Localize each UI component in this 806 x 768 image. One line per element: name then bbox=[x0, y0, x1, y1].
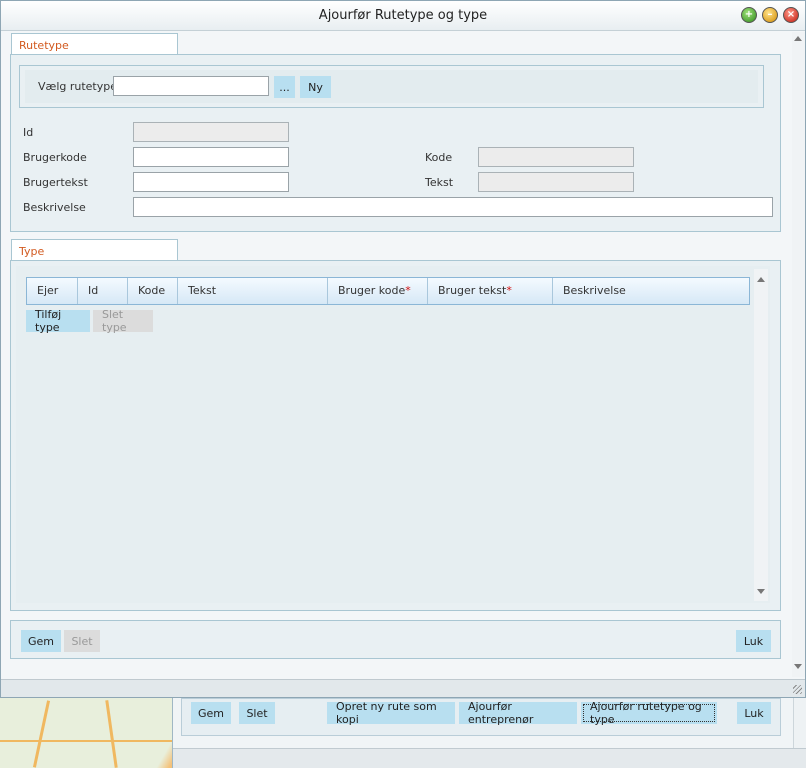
tab-divider bbox=[178, 54, 781, 55]
dialog-statusbar bbox=[1, 679, 805, 697]
add-type-button[interactable]: Tilføj type bbox=[26, 308, 90, 334]
select-rutetype-label: Vælg rutetype: bbox=[38, 80, 121, 93]
column-header-beskrivelse[interactable]: Beskrivelse bbox=[553, 278, 749, 304]
tekst-field bbox=[478, 172, 634, 192]
required-marker: * bbox=[506, 284, 512, 297]
column-header-bruger-tekst[interactable]: Bruger tekst* bbox=[428, 278, 553, 304]
dialog-scrollbar[interactable] bbox=[792, 32, 805, 677]
kode-label: Kode bbox=[425, 151, 453, 164]
bg-delete-button[interactable]: Slet bbox=[239, 702, 275, 724]
background-statusbar bbox=[173, 748, 806, 768]
column-header-tekst[interactable]: Tekst bbox=[178, 278, 328, 304]
column-header-id[interactable]: Id bbox=[78, 278, 128, 304]
type-grid-header: Ejer Id Kode Tekst Bruger kode* Bruger t… bbox=[26, 277, 750, 305]
id-field bbox=[133, 122, 289, 142]
bg-rutetype-button[interactable]: Ajourfør rutetype og type bbox=[581, 700, 717, 726]
brugerkode-label: Brugerkode bbox=[23, 151, 87, 164]
column-header-ejer[interactable]: Ejer bbox=[27, 278, 78, 304]
map-road bbox=[0, 740, 172, 742]
column-header-bruger-kode[interactable]: Bruger kode* bbox=[328, 278, 428, 304]
delete-type-button[interactable]: Slet type bbox=[93, 308, 153, 334]
dialog-title: Ajourfør Rutetype og type bbox=[318, 8, 488, 23]
window-controls: + – × bbox=[741, 7, 799, 23]
dialog-titlebar[interactable]: Ajourfør Rutetype og type + – × bbox=[1, 1, 805, 31]
new-rutetype-button[interactable]: Ny bbox=[300, 76, 331, 98]
scroll-up-icon[interactable] bbox=[757, 277, 765, 282]
column-header-kode[interactable]: Kode bbox=[128, 278, 178, 304]
bg-close-button[interactable]: Luk bbox=[737, 702, 771, 724]
delete-button[interactable]: Slet bbox=[64, 630, 100, 652]
kode-field bbox=[478, 147, 634, 167]
brugertekst-field[interactable] bbox=[133, 172, 289, 192]
scroll-up-icon[interactable] bbox=[794, 36, 802, 41]
bg-save-button[interactable]: Gem bbox=[191, 702, 231, 724]
bg-copy-route-button[interactable]: Opret ny rute som kopi bbox=[327, 700, 455, 726]
select-rutetype-input[interactable] bbox=[113, 76, 269, 96]
brugerkode-field[interactable] bbox=[133, 147, 289, 167]
bg-contractor-button[interactable]: Ajourfør entreprenør bbox=[459, 700, 577, 726]
tab-rutetype[interactable]: Rutetype bbox=[11, 33, 178, 55]
save-button[interactable]: Gem bbox=[21, 630, 61, 652]
required-marker: * bbox=[405, 284, 411, 297]
tab-type[interactable]: Type bbox=[11, 239, 178, 261]
minimize-icon[interactable]: – bbox=[762, 7, 778, 23]
tab-divider bbox=[178, 260, 781, 261]
resize-grip-icon[interactable] bbox=[793, 685, 802, 694]
close-button[interactable]: Luk bbox=[736, 630, 771, 652]
scroll-down-icon[interactable] bbox=[757, 589, 765, 594]
rutetype-dialog: Ajourfør Rutetype og type + – × Rutetype… bbox=[0, 0, 806, 698]
close-icon[interactable]: × bbox=[783, 7, 799, 23]
id-label: Id bbox=[23, 126, 34, 139]
scroll-down-icon[interactable] bbox=[794, 664, 802, 669]
tekst-label: Tekst bbox=[425, 176, 454, 189]
browse-rutetype-button[interactable]: ... bbox=[274, 76, 295, 98]
beskrivelse-field[interactable] bbox=[133, 197, 773, 217]
maximize-icon[interactable]: + bbox=[741, 7, 757, 23]
beskrivelse-label: Beskrivelse bbox=[23, 201, 86, 214]
brugertekst-label: Brugertekst bbox=[23, 176, 88, 189]
dialog-footer bbox=[10, 620, 781, 659]
type-grid-scrollbar[interactable] bbox=[754, 269, 768, 601]
